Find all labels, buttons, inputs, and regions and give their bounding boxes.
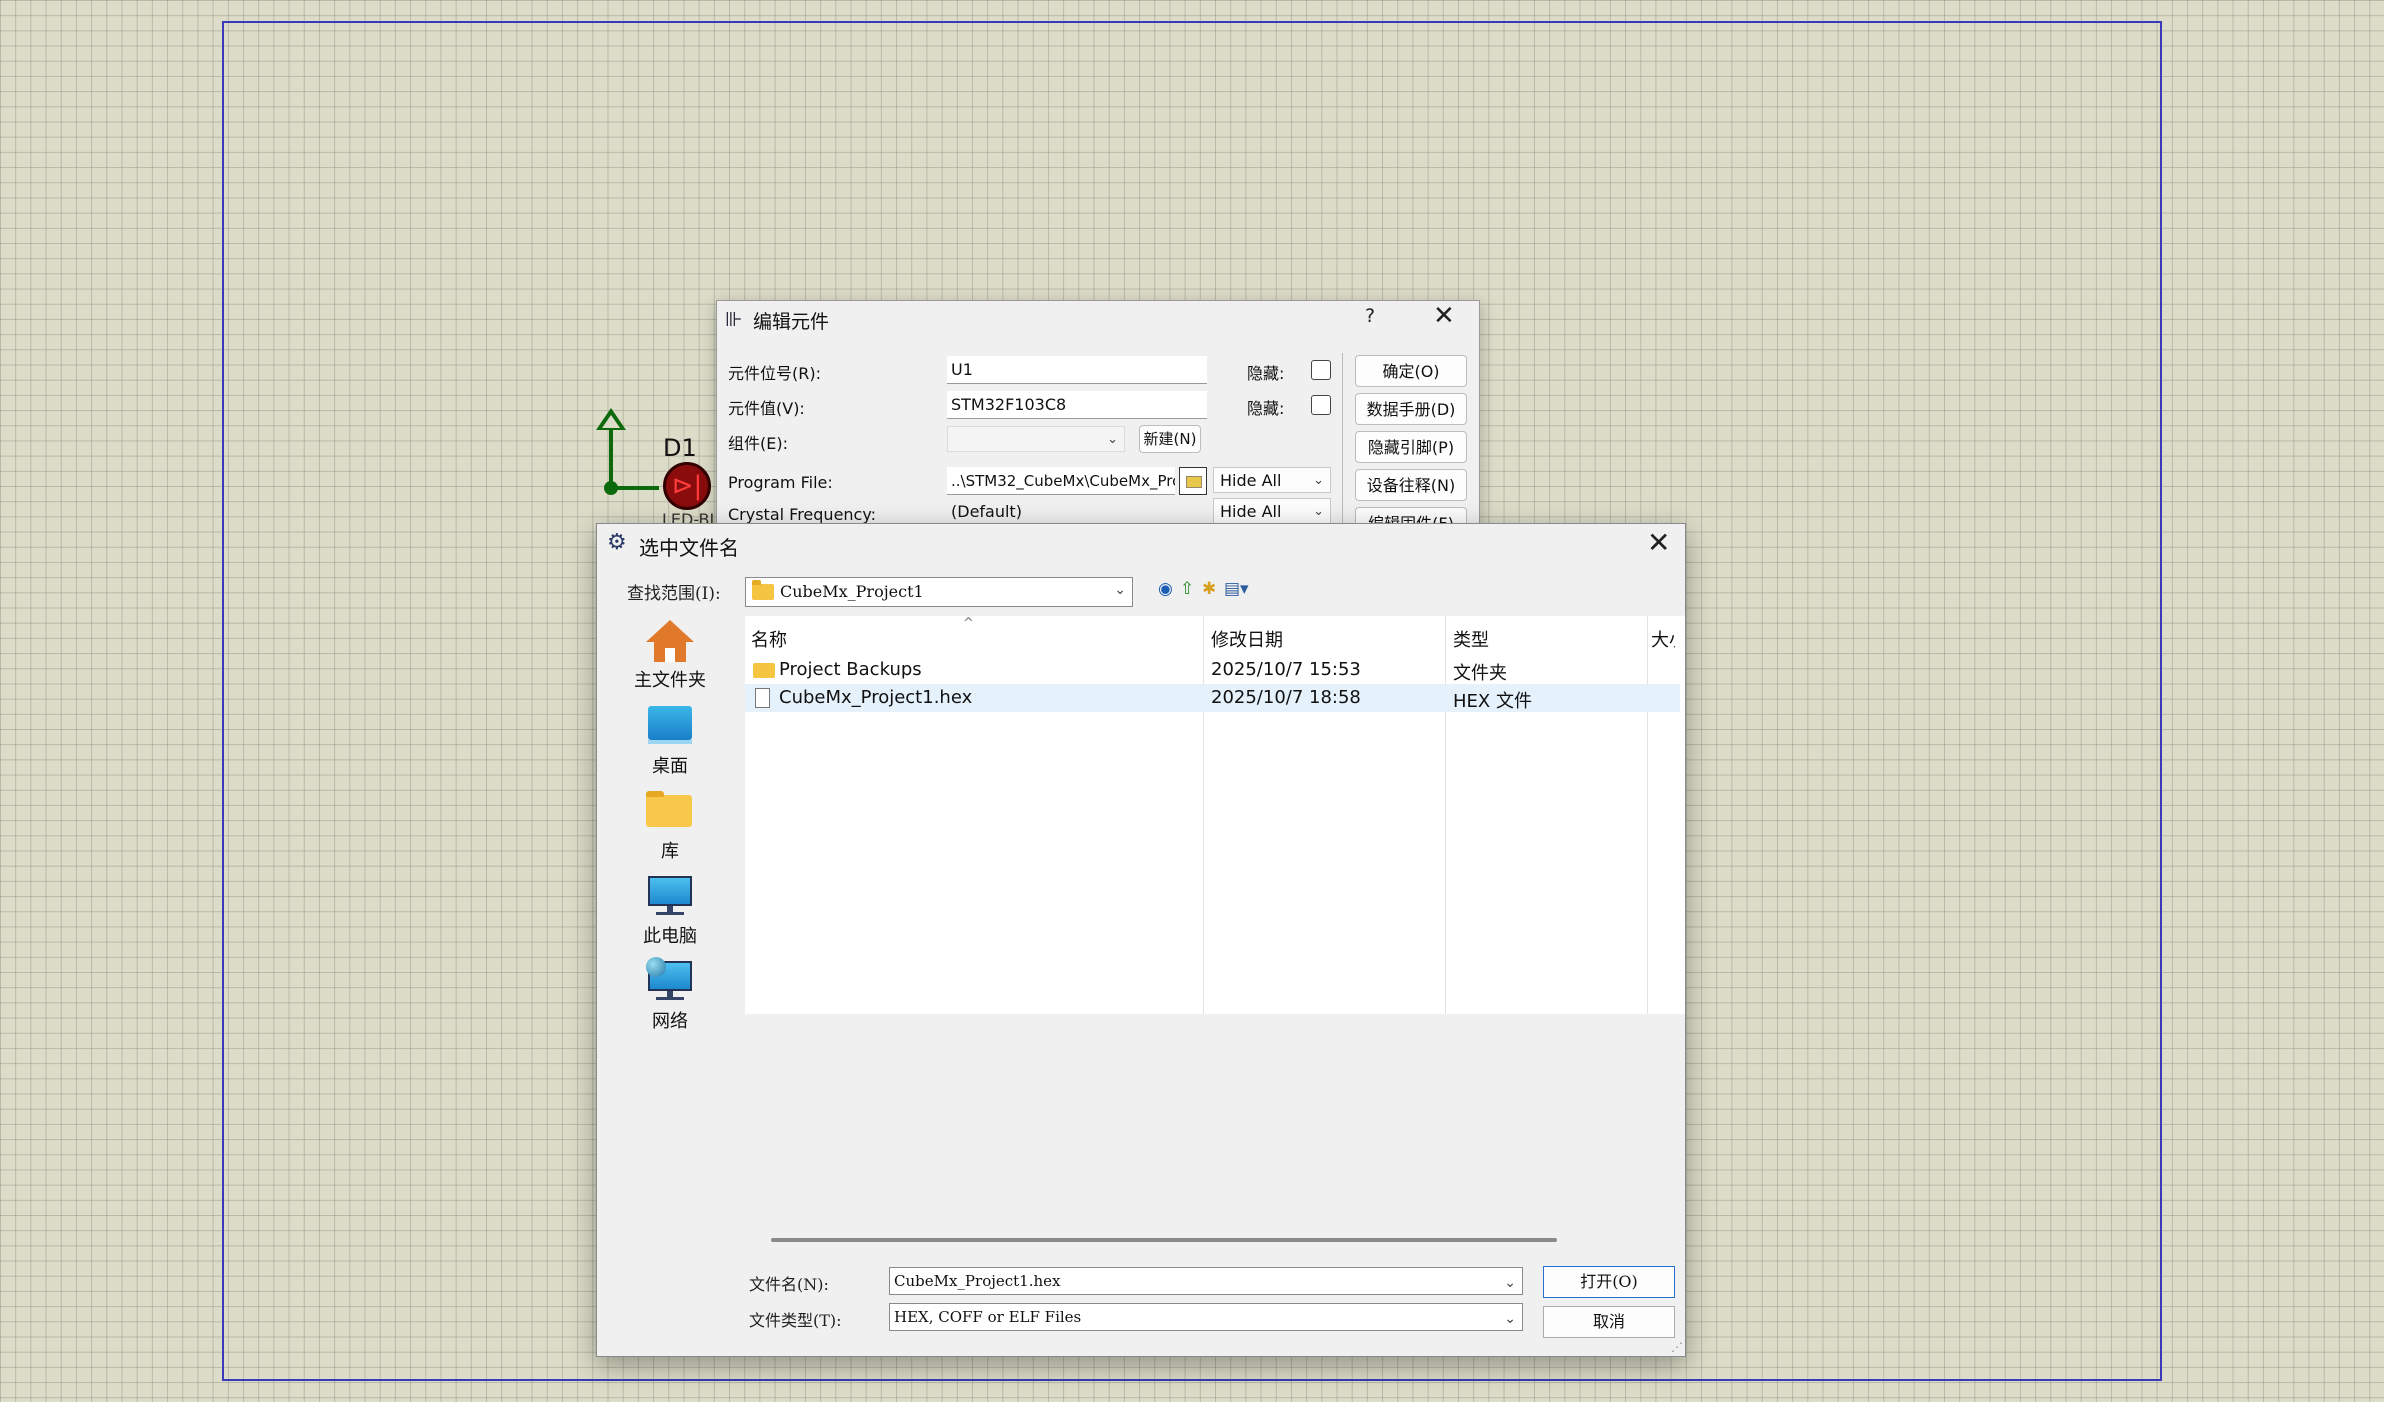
edit-component-dialog: ⊪ 编辑元件 ? ✕ 元件位号(R): U1 隐藏: 元件值(V): STM32…	[716, 300, 1480, 532]
places-bar: 主文件夹 桌面 库 此电脑 网络	[615, 616, 725, 1036]
new-folder-icon[interactable]: ✱	[1202, 579, 1216, 599]
home-icon	[646, 620, 694, 642]
hidden-label: 隐藏:	[1247, 399, 1285, 418]
select-value: Hide All	[1220, 471, 1282, 490]
file-row[interactable]: Project Backups 2025/10/7 15:53 文件夹	[745, 656, 1680, 684]
place-desktop[interactable]: 桌面	[615, 706, 725, 778]
ok-button[interactable]: 确定(O)	[1355, 355, 1467, 387]
resize-grip-icon[interactable]: ⋰	[1671, 1340, 1683, 1354]
value-hidden-checkbox[interactable]	[1311, 395, 1331, 415]
file-date: 2025/10/7 18:58	[1211, 687, 1361, 708]
look-in-value: CubeMx_Project1	[780, 582, 924, 601]
led-symbol[interactable]: ⊳|	[663, 462, 711, 510]
place-home[interactable]: 主文件夹	[615, 620, 725, 692]
wire-junction	[604, 481, 618, 495]
chevron-down-icon: ⌄	[1107, 432, 1118, 447]
file-name: Project Backups	[779, 659, 922, 680]
back-icon[interactable]: ◉	[1158, 579, 1173, 599]
wire	[609, 420, 613, 490]
column-header-name[interactable]: 名称	[751, 626, 787, 652]
sort-ascending-icon: ^	[963, 616, 974, 631]
chevron-down-icon: ⌄	[1504, 1311, 1516, 1327]
file-icon	[755, 688, 770, 708]
hidden-pins-button[interactable]: 隐藏引脚(P)	[1355, 431, 1467, 463]
place-network[interactable]: 网络	[615, 957, 725, 1033]
hidden-label: 隐藏:	[1247, 364, 1285, 383]
view-menu-icon[interactable]: ▤▾	[1224, 579, 1249, 599]
close-icon[interactable]: ✕	[1647, 526, 1670, 559]
computer-icon	[648, 876, 692, 906]
filetype-value: HEX, COFF or ELF Files	[894, 1308, 1082, 1326]
group-label: 组件(E):	[728, 434, 788, 453]
filetype-select[interactable]: HEX, COFF or ELF Files ⌄	[889, 1303, 1523, 1331]
close-icon[interactable]: ✕	[1433, 301, 1455, 331]
library-icon	[646, 795, 692, 827]
filetype-label: 文件类型(T):	[749, 1311, 842, 1330]
filename-input[interactable]: CubeMx_Project1.hex ⌄	[889, 1267, 1523, 1295]
program-file-visibility-select[interactable]: Hide All ⌄	[1213, 467, 1331, 493]
filename-value: CubeMx_Project1.hex	[894, 1272, 1061, 1290]
app-icon: ⚙	[607, 530, 627, 555]
crystal-visibility-select[interactable]: Hide All ⌄	[1213, 498, 1331, 524]
power-terminal-arrow	[596, 408, 626, 430]
new-button[interactable]: 新建(N)	[1139, 425, 1201, 453]
crystal-label: Crystal Frequency:	[728, 505, 877, 524]
file-type: HEX 文件	[1453, 691, 1532, 712]
ref-label: 元件位号(R):	[728, 364, 821, 383]
component-icon: ⊪	[725, 307, 743, 331]
help-button[interactable]: ?	[1365, 305, 1375, 327]
file-dialog-titlebar[interactable]: ⚙ 选中文件名 ✕	[597, 524, 1685, 564]
group-select[interactable]: ⌄	[947, 426, 1125, 452]
cancel-button[interactable]: 取消	[1543, 1306, 1675, 1338]
place-this-pc[interactable]: 此电脑	[615, 876, 725, 948]
divider	[1342, 353, 1343, 531]
edit-dialog-titlebar[interactable]: ⊪ 编辑元件 ? ✕	[717, 301, 1479, 335]
program-file-label: Program File:	[728, 473, 833, 492]
file-row-selected[interactable]: CubeMx_Project1.hex 2025/10/7 18:58 HEX …	[745, 684, 1680, 712]
place-label: 主文件夹	[634, 670, 706, 691]
horizontal-scrollbar[interactable]	[771, 1238, 1557, 1242]
chevron-down-icon: ⌄	[1114, 582, 1126, 598]
device-notes-button[interactable]: 设备往释(N)	[1355, 469, 1467, 501]
file-type: 文件夹	[1453, 663, 1507, 684]
filename-label: 文件名(N):	[749, 1275, 829, 1294]
browse-button[interactable]	[1179, 467, 1207, 495]
look-in-combo[interactable]: CubeMx_Project1 ⌄	[745, 577, 1133, 607]
select-value: Hide All	[1220, 502, 1282, 521]
place-label: 库	[661, 841, 679, 862]
value-field[interactable]: STM32F103C8	[947, 391, 1207, 419]
column-header-date[interactable]: 修改日期	[1211, 626, 1283, 652]
desktop-icon	[648, 706, 692, 740]
up-folder-icon[interactable]: ⇧	[1180, 579, 1194, 599]
ref-hidden-checkbox[interactable]	[1311, 360, 1331, 380]
program-file-field[interactable]: ..\STM32_CubeMx\CubeMx_Pro	[947, 467, 1175, 495]
chevron-down-icon: ⌄	[1504, 1275, 1516, 1291]
chevron-down-icon: ⌄	[1313, 473, 1324, 488]
led-reference: D1	[663, 434, 697, 462]
file-open-dialog: ⚙ 选中文件名 ✕ 查找范围(I): CubeMx_Project1 ⌄ ◉ ⇧…	[596, 523, 1686, 1357]
column-header-type[interactable]: 类型	[1453, 626, 1489, 652]
look-in-label: 查找范围(I):	[627, 584, 721, 604]
value-label: 元件值(V):	[728, 399, 805, 418]
folder-open-icon	[1186, 476, 1202, 488]
folder-icon	[752, 580, 774, 600]
datasheet-button[interactable]: 数据手册(D)	[1355, 393, 1467, 425]
place-label: 桌面	[652, 756, 688, 777]
column-header-size[interactable]: 大小	[1651, 626, 1675, 652]
file-dialog-title: 选中文件名	[639, 536, 739, 560]
open-button[interactable]: 打开(O)	[1543, 1266, 1675, 1298]
place-label: 网络	[652, 1011, 688, 1032]
place-label: 此电脑	[643, 926, 697, 947]
file-list[interactable]: ^ 名称 修改日期 类型 大小 Project Backups 2025/10/…	[745, 616, 1685, 1014]
edit-dialog-title: 编辑元件	[753, 311, 830, 333]
file-date: 2025/10/7 15:53	[1211, 659, 1361, 680]
crystal-field[interactable]: (Default)	[947, 498, 1207, 526]
chevron-down-icon: ⌄	[1313, 504, 1324, 519]
folder-icon	[753, 663, 775, 678]
file-name: CubeMx_Project1.hex	[779, 687, 973, 708]
place-libraries[interactable]: 库	[615, 791, 725, 863]
ref-field[interactable]: U1	[947, 356, 1207, 384]
